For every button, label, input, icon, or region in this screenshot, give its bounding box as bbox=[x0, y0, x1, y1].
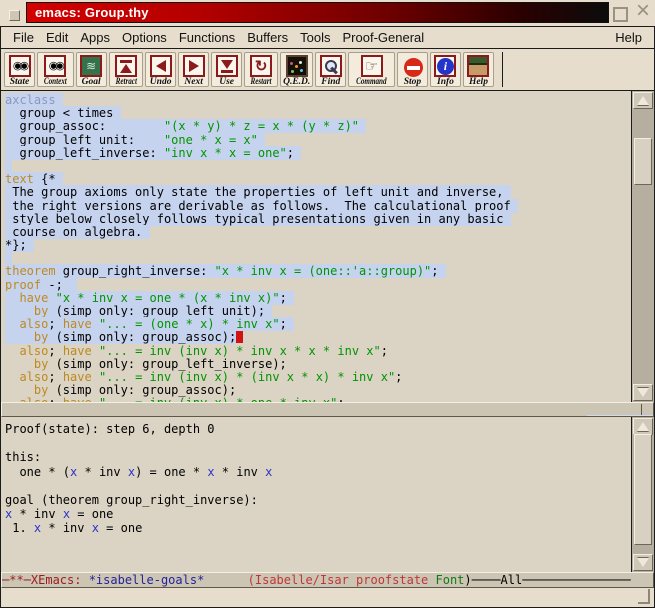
goal-line: x * inv x = one bbox=[5, 507, 631, 521]
title-text-bar: emacs: Group.thy bbox=[26, 2, 609, 23]
goals-buffer[interactable]: Proof(state): step 6, depth 0 this: one *… bbox=[1, 417, 631, 572]
script-scrollbar-thumb[interactable] bbox=[634, 138, 652, 185]
code-line: course on algebra. bbox=[5, 226, 631, 239]
qed-icon bbox=[286, 55, 308, 77]
toolbar-button-label: Next bbox=[184, 77, 202, 87]
xemacs-window: emacs: Group.thy × FileEditAppsOptionsFu… bbox=[0, 0, 655, 608]
find-icon bbox=[320, 55, 342, 77]
close-icon[interactable]: × bbox=[636, 0, 650, 25]
use-icon bbox=[216, 55, 238, 77]
modeline-goals: ─**─XEmacs: *isabelle-goals* (Isabelle/I… bbox=[1, 572, 654, 588]
eyes-icon bbox=[9, 55, 31, 77]
toolbar-button-label: Find bbox=[321, 77, 340, 87]
toolbar-button-label: Restart bbox=[251, 77, 272, 87]
next-icon bbox=[183, 55, 205, 77]
code-line bbox=[5, 160, 631, 173]
scroll-up-icon[interactable] bbox=[633, 92, 653, 109]
toolbar-button-label: Goal bbox=[82, 77, 101, 87]
window-menu-button[interactable] bbox=[9, 10, 20, 21]
maximize-icon[interactable] bbox=[613, 7, 628, 22]
toolbar-button-label: Q.E.D. bbox=[283, 77, 310, 87]
menu-proof-general[interactable]: Proof-General bbox=[337, 28, 431, 47]
chalkboard-icon bbox=[80, 55, 102, 77]
menu-file[interactable]: File bbox=[7, 28, 40, 47]
minibuffer-echo-area[interactable] bbox=[1, 588, 654, 607]
modeline-script: ─%%─XEmacs: Group.thy 'group_right_inver… bbox=[1, 402, 654, 417]
modeline-corner-box bbox=[641, 404, 652, 415]
text-cursor bbox=[236, 331, 243, 343]
stop-icon bbox=[401, 55, 423, 77]
goal-line bbox=[5, 479, 631, 493]
menu-functions[interactable]: Functions bbox=[173, 28, 241, 47]
script-buffer-row: axclass group < times group_assoc: "(x *… bbox=[1, 91, 654, 402]
goals-scrollbar-thumb[interactable] bbox=[634, 434, 652, 545]
toolbar-button-label: State bbox=[10, 77, 30, 87]
toolbar-button-label: Stop bbox=[404, 77, 421, 87]
menu-apps[interactable]: Apps bbox=[74, 28, 116, 47]
context-button[interactable]: Context bbox=[37, 52, 74, 87]
goals-buffer-row: Proof(state): step 6, depth 0 this: one *… bbox=[1, 417, 654, 572]
retract-button[interactable]: Retract bbox=[109, 52, 144, 87]
script-buffer[interactable]: axclass group < times group_assoc: "(x *… bbox=[1, 91, 631, 402]
toolbar-button-label: Use bbox=[219, 77, 234, 87]
help-general-icon bbox=[467, 55, 489, 77]
undo-button[interactable]: Undo bbox=[145, 52, 176, 87]
toolbar-button-label: Context bbox=[44, 77, 67, 87]
stop-button[interactable]: Stop bbox=[397, 52, 428, 87]
goal-button[interactable]: Goal bbox=[76, 52, 107, 87]
scroll-down-icon[interactable] bbox=[633, 554, 653, 571]
goal-line bbox=[5, 436, 631, 450]
restart-button[interactable]: Restart bbox=[244, 52, 278, 87]
info-icon bbox=[434, 55, 456, 77]
retract-icon bbox=[115, 55, 137, 77]
next-button[interactable]: Next bbox=[178, 52, 209, 87]
toolbar-button-label: Command bbox=[356, 77, 386, 87]
goal-line: one * (x * inv x) = one * x * inv x bbox=[5, 465, 631, 479]
menu-edit[interactable]: Edit bbox=[40, 28, 74, 47]
menu-options[interactable]: Options bbox=[116, 28, 173, 47]
info-button[interactable]: Info bbox=[430, 52, 461, 87]
restart-icon bbox=[250, 55, 272, 77]
code-line: theorem group_right_inverse: "x * inv x … bbox=[5, 265, 631, 278]
undo-icon bbox=[150, 55, 172, 77]
toolbar-button-label: Undo bbox=[150, 77, 172, 87]
toolbar: State Context Goal Retract Undo Next Use Restar… bbox=[1, 49, 654, 91]
window-title: emacs: Group.thy bbox=[27, 5, 149, 20]
toolbar-separator bbox=[502, 52, 503, 87]
scroll-up-icon[interactable] bbox=[633, 418, 653, 435]
goals-scrollbar[interactable] bbox=[631, 417, 654, 572]
code-line: *}; bbox=[5, 239, 631, 252]
script-scrollbar[interactable] bbox=[631, 91, 654, 402]
state-button[interactable]: State bbox=[4, 52, 35, 87]
qed-button[interactable]: Q.E.D. bbox=[280, 52, 313, 87]
scroll-down-icon[interactable] bbox=[633, 384, 653, 401]
help-button[interactable]: Help bbox=[463, 52, 494, 87]
client-area: FileEditAppsOptionsFunctionsBuffersTools… bbox=[0, 26, 655, 608]
menu-help[interactable]: Help bbox=[609, 28, 648, 47]
toolbar-button-label: Info bbox=[437, 77, 454, 87]
toolbar-button-label: Retract bbox=[115, 77, 136, 87]
resize-grip-icon[interactable] bbox=[638, 589, 650, 604]
menu-tools[interactable]: Tools bbox=[294, 28, 336, 47]
toolbar-button-label: Help bbox=[469, 77, 488, 87]
code-line: group_left_inverse: "inv x * x = one"; bbox=[5, 147, 631, 160]
command-hand-icon bbox=[361, 55, 383, 77]
goal-line: goal (theorem group_right_inverse): bbox=[5, 493, 631, 507]
menubar: FileEditAppsOptionsFunctionsBuffersTools… bbox=[1, 27, 654, 49]
use-button[interactable]: Use bbox=[211, 52, 242, 87]
find-button[interactable]: Find bbox=[315, 52, 346, 87]
goal-line: Proof(state): step 6, depth 0 bbox=[5, 422, 631, 436]
menu-buffers[interactable]: Buffers bbox=[241, 28, 294, 47]
eyes-icon bbox=[44, 55, 66, 77]
goal-line: this: bbox=[5, 450, 631, 464]
command-button[interactable]: Command bbox=[348, 52, 395, 87]
goal-line: 1. x * inv x = one bbox=[5, 521, 631, 535]
titlebar[interactable]: emacs: Group.thy × bbox=[0, 0, 655, 26]
